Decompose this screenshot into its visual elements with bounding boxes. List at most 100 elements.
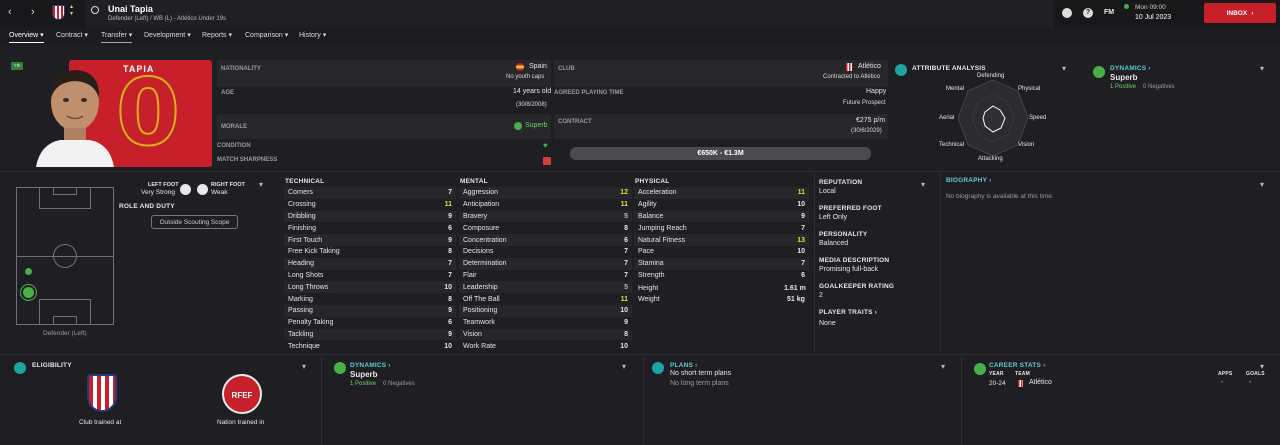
attribute-row[interactable]: Anticipation 11 bbox=[459, 198, 632, 211]
tab-transfer[interactable]: Transfer ▾ bbox=[101, 31, 133, 43]
attribute-name: Marking bbox=[288, 295, 313, 303]
attribute-row[interactable]: Stamina 7 bbox=[634, 257, 809, 270]
help-icon[interactable]: ? bbox=[1083, 8, 1093, 18]
plans-dropdown-icon[interactable]: ▾ bbox=[941, 362, 945, 371]
attribute-row[interactable]: Free Kick Taking 8 bbox=[284, 245, 456, 258]
attribute-row[interactable]: Corners 7 bbox=[284, 187, 456, 199]
career-dropdown-icon[interactable]: ▾ bbox=[1260, 362, 1264, 371]
attribute-name: Free Kick Taking bbox=[288, 248, 340, 256]
club-crest-icon[interactable] bbox=[52, 5, 65, 20]
wage-value[interactable]: €275 p/m bbox=[856, 117, 885, 124]
attr-analysis-dropdown-icon[interactable]: ▾ bbox=[1062, 64, 1066, 73]
attribute-row[interactable]: Marking 8 bbox=[284, 293, 456, 305]
attribute-row[interactable]: Balance 9 bbox=[634, 210, 809, 223]
dynamics-title[interactable]: DYNAMICS › bbox=[1110, 65, 1151, 72]
rfef-logo[interactable]: RFEF bbox=[222, 374, 262, 414]
player-photo bbox=[36, 60, 114, 167]
attribute-value: 7 bbox=[801, 260, 805, 268]
dynamics-dropdown-icon[interactable]: ▾ bbox=[1260, 64, 1264, 73]
value-range-bar[interactable]: €650K - €1.3M bbox=[570, 147, 871, 160]
attribute-row[interactable]: Jumping Reach 7 bbox=[634, 222, 809, 235]
attribute-row[interactable]: Concentration 6 bbox=[459, 234, 632, 246]
attribute-row[interactable]: Passing 9 bbox=[284, 304, 456, 317]
attribute-row[interactable]: Tackling 9 bbox=[284, 328, 456, 341]
attribute-row[interactable]: Heading 7 bbox=[284, 257, 456, 270]
attribute-row[interactable]: Flair 7 bbox=[459, 269, 632, 282]
search-bar[interactable] bbox=[86, 0, 1054, 27]
attribute-row[interactable]: Bravery 5 bbox=[459, 210, 632, 223]
attribute-row[interactable]: Decisions 7 bbox=[459, 245, 632, 258]
chevron-updown-icon[interactable]: ▴ ▾ bbox=[70, 4, 73, 18]
attribute-row[interactable]: Vision 8 bbox=[459, 328, 632, 341]
inbox-button[interactable]: INBOX › bbox=[1204, 3, 1276, 23]
date-day[interactable]: 10 Jul 2023 bbox=[1135, 14, 1171, 21]
attribute-row[interactable]: Penalty Taking 6 bbox=[284, 316, 456, 329]
career-row-team[interactable]: Atlético bbox=[1029, 379, 1052, 386]
attribute-row[interactable]: Work Rate 10 bbox=[459, 340, 632, 353]
value-range-text: €650K - €1.3M bbox=[697, 150, 744, 157]
calendar-icon[interactable] bbox=[1124, 4, 1129, 9]
attribute-row[interactable]: Determination 7 bbox=[459, 257, 632, 270]
attribute-row[interactable]: Off The Ball 11 bbox=[459, 293, 632, 305]
attribute-name: Agility bbox=[638, 201, 657, 209]
career-col-team: TEAM bbox=[1015, 371, 1030, 377]
globe-icon[interactable] bbox=[1062, 8, 1072, 18]
attribute-row[interactable]: Natural Fitness 13 bbox=[634, 234, 809, 246]
attribute-row[interactable]: Acceleration 11 bbox=[634, 187, 809, 199]
attribute-name: Composure bbox=[463, 224, 500, 232]
attribute-row[interactable]: Strength 6 bbox=[634, 269, 809, 282]
attribute-name: Stamina bbox=[638, 260, 664, 268]
scouting-scope-button[interactable]: Outside Scouting Scope bbox=[151, 215, 238, 229]
attribute-value: 9 bbox=[624, 319, 628, 327]
biography-title[interactable]: BIOGRAPHY › bbox=[946, 177, 991, 184]
attribute-row[interactable]: Composure 8 bbox=[459, 222, 632, 235]
dynamics-bottom-title[interactable]: DYNAMICS › bbox=[350, 362, 391, 369]
goal-box-top bbox=[53, 187, 77, 195]
attribute-row[interactable]: Leadership 5 bbox=[459, 281, 632, 294]
tab-overview[interactable]: Overview ▾ bbox=[9, 31, 44, 43]
attribute-row[interactable]: Crossing 11 bbox=[284, 198, 456, 211]
attribute-name: Penalty Taking bbox=[288, 319, 334, 327]
plans-title[interactable]: PLANS › bbox=[670, 362, 697, 369]
biography-dropdown-icon[interactable]: ▾ bbox=[1260, 180, 1264, 189]
attribute-row[interactable]: Pace 10 bbox=[634, 245, 809, 258]
info-dropdown-icon[interactable]: ▾ bbox=[921, 180, 925, 189]
tab-history[interactable]: History ▾ bbox=[299, 31, 326, 39]
biography-panel bbox=[940, 174, 1276, 352]
career-title[interactable]: CAREER STATS › bbox=[989, 362, 1045, 369]
attribute-name: Long Throws bbox=[288, 283, 329, 291]
club-trained-crest-icon[interactable] bbox=[87, 374, 117, 412]
tab-development[interactable]: Development ▾ bbox=[144, 31, 191, 39]
attribute-row[interactable]: Finishing 6 bbox=[284, 222, 456, 235]
tab-contract[interactable]: Contract ▾ bbox=[56, 31, 88, 39]
forward-icon[interactable]: › bbox=[31, 6, 35, 18]
attribute-value: 6 bbox=[624, 236, 628, 244]
date-time[interactable]: Mon 09:00 bbox=[1135, 4, 1166, 11]
club-trained-caption: Club trained at bbox=[79, 419, 122, 426]
attribute-row[interactable]: Teamwork 9 bbox=[459, 316, 632, 329]
attribute-value: 10 bbox=[620, 307, 628, 315]
attribute-row[interactable]: Long Shots 7 bbox=[284, 269, 456, 282]
attribute-row[interactable]: Technique 10 bbox=[284, 340, 456, 353]
attribute-row[interactable]: Positioning 10 bbox=[459, 304, 632, 317]
tab-reports[interactable]: Reports ▾ bbox=[202, 31, 232, 39]
attribute-name: Dribbling bbox=[288, 212, 316, 220]
attribute-row[interactable]: First Touch 9 bbox=[284, 234, 456, 246]
club-value[interactable]: Atlético bbox=[858, 63, 881, 70]
fm-logo[interactable]: FM bbox=[1104, 9, 1114, 16]
positions-dropdown-icon[interactable]: ▾ bbox=[259, 180, 263, 189]
attribute-row[interactable]: Aggression 12 bbox=[459, 187, 632, 199]
tab-comparison[interactable]: Comparison ▾ bbox=[245, 31, 288, 39]
attribute-row[interactable]: Agility 10 bbox=[634, 198, 809, 211]
player-traits-label[interactable]: PLAYER TRAITS › bbox=[819, 309, 877, 316]
search-icon[interactable] bbox=[91, 6, 99, 14]
radar-label-physical: Physical bbox=[1018, 86, 1041, 92]
morale-value[interactable]: Superb bbox=[525, 122, 548, 129]
attribute-row[interactable]: Dribbling 9 bbox=[284, 210, 456, 223]
nationality-value[interactable]: Spain bbox=[529, 63, 547, 70]
eligibility-dropdown-icon[interactable]: ▾ bbox=[302, 362, 306, 371]
attribute-row[interactable]: Long Throws 10 bbox=[284, 281, 456, 294]
attribute-name: Positioning bbox=[463, 307, 498, 315]
dynamics-bottom-dropdown-icon[interactable]: ▾ bbox=[622, 362, 626, 371]
back-icon[interactable]: ‹ bbox=[8, 6, 12, 18]
